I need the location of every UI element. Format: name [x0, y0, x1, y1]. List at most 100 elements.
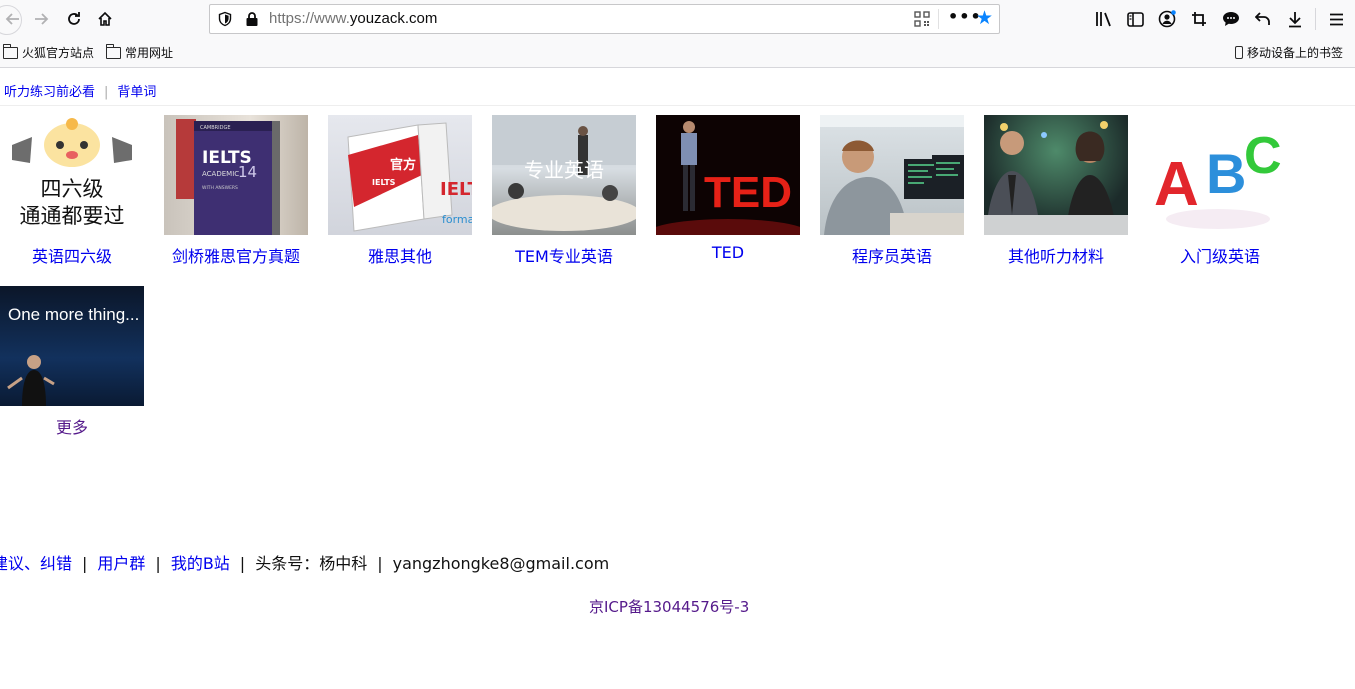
undo-icon[interactable]	[1253, 9, 1273, 29]
chat-bubble-icon[interactable]	[1221, 9, 1241, 29]
nav-separator: |	[104, 85, 109, 100]
forward-button[interactable]	[28, 6, 54, 32]
sidebar-icon[interactable]	[1125, 9, 1145, 29]
letter-c: C	[1244, 127, 1282, 185]
course-label[interactable]: TED	[656, 243, 800, 262]
course-image-ted[interactable]: TED	[656, 115, 800, 235]
user-group-link[interactable]: 用户群	[97, 554, 145, 573]
course-image-ielts-other[interactable]: 官方 IELTS IELTS formatio	[328, 115, 472, 235]
programmer-photo	[820, 115, 964, 235]
course-image-beginner[interactable]: A B C	[1148, 115, 1292, 235]
screenshot-icon[interactable]	[1189, 9, 1209, 29]
toolbar-divider	[1315, 8, 1316, 30]
book-cover-icon: 官方 IELTS IELTS formatio	[347, 122, 472, 232]
ted-logo: TED	[704, 168, 792, 217]
book-number: 14	[238, 163, 257, 181]
url-prefix: https://www.	[269, 10, 350, 27]
folder-icon	[106, 43, 121, 59]
book-answers: WITH ANSWERS	[202, 185, 238, 191]
library-icon[interactable]	[1094, 9, 1114, 29]
account-icon[interactable]	[1157, 9, 1177, 29]
book-ielts-small: IELTS	[372, 178, 396, 187]
shield-icon[interactable]	[217, 11, 233, 27]
address-bar[interactable]: https://www.youzack.com ••• ★	[209, 4, 1000, 34]
image-text-line1: 四六级	[41, 177, 104, 201]
course-tile-tem[interactable]: 专业英语 TEM专业英语	[492, 115, 636, 267]
browser-toolbar: https://www.youzack.com ••• ★	[0, 0, 1355, 38]
email-text: yangzhongke8@gmail.com	[392, 554, 610, 573]
footer-pipe: |	[239, 554, 246, 573]
bookmark-folder-common[interactable]: 常用网址	[106, 43, 174, 61]
cartoon-mascot-icon: 四六级 通通都要过	[12, 118, 132, 228]
course-tile-other-listening[interactable]: 其他听力材料	[984, 115, 1128, 267]
reload-icon	[68, 12, 80, 25]
mobile-phone-icon	[1235, 46, 1243, 59]
slide-text: One more thing...	[8, 305, 139, 324]
keynote-speaker-photo: One more thing...	[7, 305, 139, 406]
nav-divider	[0, 105, 1355, 106]
letter-b: B	[1206, 142, 1246, 205]
course-tile-cet[interactable]: 四六级 通通都要过 英语四六级	[0, 115, 144, 267]
toutiao-text: 头条号：杨中科	[255, 554, 368, 573]
course-tile-more[interactable]: One more thing... 更多	[0, 286, 144, 438]
bookmark-label: 常用网址	[125, 46, 174, 60]
book-subtitle: ACADEMIC	[202, 170, 239, 178]
course-image-tem[interactable]: 专业英语	[492, 115, 636, 235]
course-tile-ielts-cambridge[interactable]: CAMBRIDGE IELTS ACADEMIC 14 WITH ANSWERS…	[164, 115, 308, 267]
meeting-room-photo: 专业英语	[492, 115, 636, 231]
mobile-bookmarks[interactable]: 移动设备上的书签	[1235, 44, 1343, 61]
image-text-line2: 通通都要过	[20, 204, 125, 228]
urlbar-separator	[938, 9, 939, 29]
arrow-right-icon	[35, 13, 49, 25]
bookmark-folder-firefox[interactable]: 火狐官方站点	[3, 43, 95, 61]
bilibili-link[interactable]: 我的B站	[171, 554, 230, 573]
url-text[interactable]: https://www.youzack.com	[269, 9, 437, 29]
footer-links: 建议、纠错 | 用户群 | 我的B站 | 头条号：杨中科 | yangzhongke8@gmai…	[0, 550, 609, 574]
footer-pipe: |	[82, 554, 88, 573]
vocab-link[interactable]: 背单词	[117, 85, 156, 100]
course-tile-programmer[interactable]: 程序员英语	[820, 115, 964, 267]
bookmark-star-icon[interactable]: ★	[976, 8, 993, 28]
course-image-cet[interactable]: 四六级 通通都要过	[0, 115, 144, 235]
course-image-other-listening[interactable]	[984, 115, 1128, 235]
course-tile-beginner[interactable]: A B C 入门级英语	[1148, 115, 1292, 267]
course-label[interactable]: 英语四六级	[0, 243, 144, 267]
bookmark-label: 火狐官方站点	[22, 46, 95, 60]
course-image-programmer[interactable]	[820, 115, 964, 235]
reload-button[interactable]	[61, 6, 87, 32]
course-label[interactable]: 剑桥雅思官方真题	[164, 243, 308, 267]
course-label[interactable]: 更多	[0, 414, 144, 438]
course-tile-ted[interactable]: TED TED	[656, 115, 800, 262]
abc-blocks-icon: A B C	[1154, 127, 1282, 229]
back-button[interactable]	[0, 5, 26, 35]
bookmarks-toolbar: 火狐官方站点 常用网址 移动设备上的书签	[0, 38, 1355, 68]
footer-pipe: |	[377, 554, 383, 573]
mobile-bookmarks-label: 移动设备上的书签	[1247, 46, 1344, 60]
qr-code-icon[interactable]	[914, 11, 930, 27]
lock-icon[interactable]	[245, 11, 259, 27]
footer-pipe: |	[155, 554, 161, 573]
course-label[interactable]: 入门级英语	[1148, 243, 1292, 267]
course-image-ielts-cambridge[interactable]: CAMBRIDGE IELTS ACADEMIC 14 WITH ANSWERS	[164, 115, 308, 235]
letter-a: A	[1154, 150, 1199, 219]
course-tile-ielts-other[interactable]: 官方 IELTS IELTS formatio 雅思其他	[328, 115, 472, 267]
feedback-link[interactable]: 建议、纠错	[0, 554, 72, 573]
book-cover-icon: CAMBRIDGE IELTS ACADEMIC 14 WITH ANSWERS	[176, 119, 280, 235]
course-image-more[interactable]: One more thing...	[0, 286, 144, 406]
course-label[interactable]: 程序员英语	[820, 243, 964, 267]
course-label[interactable]: TEM专业英语	[492, 243, 636, 267]
folder-icon	[3, 43, 18, 59]
course-label[interactable]: 其他听力材料	[984, 243, 1128, 267]
book-ielts-side: IELTS	[440, 179, 472, 200]
hamburger-menu-icon[interactable]	[1326, 9, 1346, 29]
image-caption: 专业英语	[524, 158, 604, 182]
download-icon[interactable]	[1285, 9, 1305, 29]
course-label[interactable]: 雅思其他	[328, 243, 472, 267]
book-formatio: formatio	[442, 213, 472, 226]
home-button[interactable]	[92, 6, 118, 32]
must-read-link[interactable]: 听力练习前必看	[4, 85, 95, 100]
book-official: 官方	[390, 157, 416, 173]
icp-link[interactable]: 京ICP备13044576号-3	[589, 596, 749, 617]
news-anchors-photo	[984, 121, 1128, 235]
top-nav: 听力练习前必看 | 背单词	[4, 81, 156, 100]
